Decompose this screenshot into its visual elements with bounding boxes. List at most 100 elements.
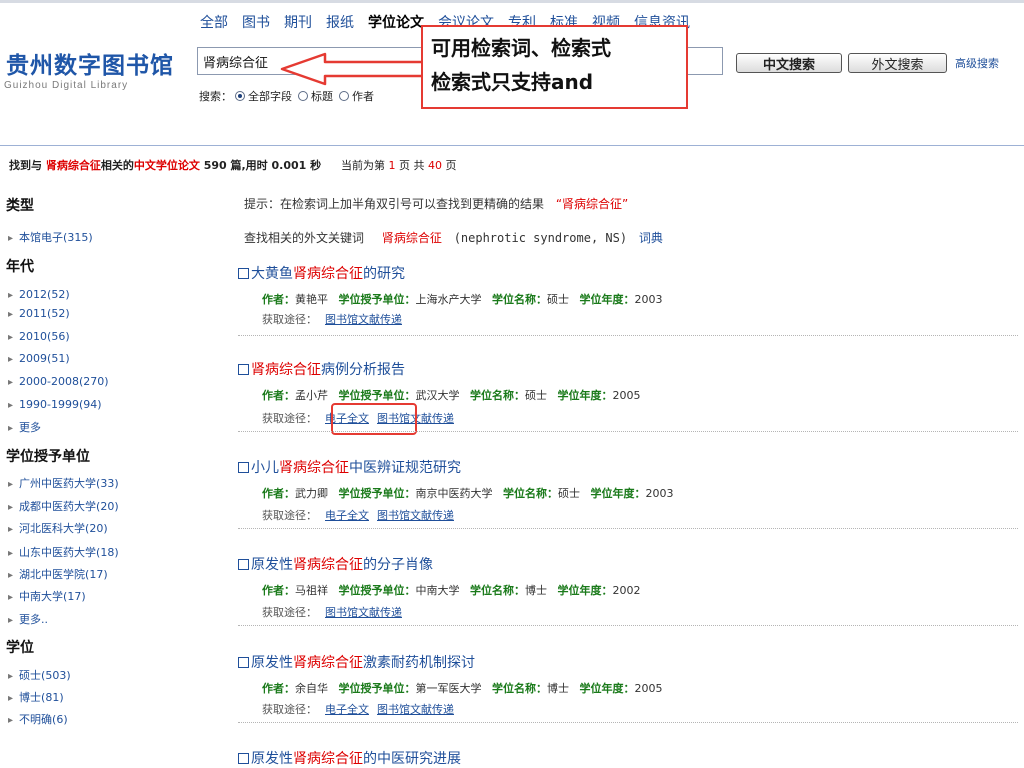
- access-label: 获取途径：: [262, 412, 317, 425]
- result-title[interactable]: 原发性肾病综合征激素耐药机制探讨: [238, 652, 475, 672]
- facet-year-item[interactable]: 2012(52): [8, 288, 70, 301]
- author-value: 黄艳平: [295, 293, 328, 306]
- dictionary-link[interactable]: 词典: [639, 231, 663, 245]
- page-post: 页: [445, 159, 457, 172]
- ext-kw-translation: (nephrotic syndrome, NS): [453, 231, 628, 245]
- title-pre: 小儿: [251, 460, 279, 476]
- tip-quoted-link[interactable]: “肾病综合征”: [556, 197, 628, 211]
- summary-count: 590 篇,用时 0.001 秒: [203, 159, 322, 172]
- ext-kw-term[interactable]: 肾病综合征: [382, 231, 442, 245]
- nav-theses[interactable]: 学位论文: [368, 12, 424, 32]
- foreign-search-button[interactable]: 外文搜索: [848, 53, 947, 73]
- summary-type: 中文学位论文: [133, 159, 200, 172]
- facet-year-heading: 年代: [6, 259, 34, 275]
- title-pre: 原发性: [251, 557, 293, 573]
- title-highlight: 肾病综合征: [293, 266, 363, 282]
- current-page: 1: [388, 159, 396, 172]
- result-title[interactable]: 原发性肾病综合征的中医研究进展: [238, 748, 461, 768]
- result-title[interactable]: 小儿肾病综合征中医辨证规范研究: [238, 457, 461, 477]
- nav-journals[interactable]: 期刊: [284, 12, 312, 32]
- facet-year-item[interactable]: 2010(56): [8, 330, 70, 343]
- facet-degree-item[interactable]: 博士(81): [8, 689, 64, 705]
- result-access: 获取途径： 图书馆文献传递: [262, 604, 402, 620]
- result-checkbox[interactable]: [238, 753, 249, 764]
- result-title[interactable]: 大黄鱼肾病综合征的研究: [238, 263, 405, 283]
- year-label: 学位年度：: [557, 389, 613, 402]
- header-separator: [0, 145, 1024, 146]
- unit-label: 学位授予单位：: [338, 584, 416, 597]
- chinese-search-button[interactable]: 中文搜索: [736, 53, 842, 73]
- title-post: 的研究: [363, 266, 405, 282]
- scope-all-radio[interactable]: [235, 91, 245, 101]
- title-post: 病例分析报告: [321, 362, 405, 378]
- delivery-link[interactable]: 图书馆文献传递: [377, 703, 454, 716]
- degree-label: 学位名称：: [492, 293, 547, 306]
- delivery-link[interactable]: 图书馆文献传递: [325, 606, 402, 619]
- tip-text: 提示：在检索词上加半角双引号可以查找到更精确的结果: [244, 197, 545, 211]
- scope-title-radio[interactable]: [298, 91, 308, 101]
- author-value: 余自华: [295, 682, 328, 695]
- nav-books[interactable]: 图书: [242, 12, 270, 32]
- facet-unit-item[interactable]: 山东中医药大学(18): [8, 544, 119, 560]
- facet-degree-item[interactable]: 不明确(6): [8, 711, 68, 727]
- page-mid: 页 共: [398, 159, 425, 172]
- degree-label: 学位名称：: [470, 389, 525, 402]
- ext-kw-label: 查找相关的外文关键词: [244, 231, 365, 245]
- result-checkbox[interactable]: [238, 364, 249, 375]
- result-checkbox[interactable]: [238, 268, 249, 279]
- facet-type-item[interactable]: 本馆电子(315): [8, 229, 93, 245]
- nav-all[interactable]: 全部: [200, 12, 228, 32]
- year-label: 学位年度：: [579, 293, 635, 306]
- advanced-search-link[interactable]: 高级搜索: [955, 55, 999, 71]
- result-title[interactable]: 肾病综合征病例分析报告: [238, 359, 405, 379]
- scope-label: 搜索：: [199, 90, 232, 103]
- result-checkbox[interactable]: [238, 462, 249, 473]
- result-summary: 找到与 肾病综合征相关的中文学位论文 590 篇,用时 0.001 秒 当前为第…: [9, 157, 456, 173]
- result-checkbox[interactable]: [238, 657, 249, 668]
- unit-value: 上海水产大学: [415, 293, 482, 306]
- year-label: 学位年度：: [579, 682, 635, 695]
- scope-title-label: 标题: [311, 90, 333, 103]
- result-access: 获取途径： 图书馆文献传递: [262, 311, 402, 327]
- unit-label: 学位授予单位：: [338, 389, 416, 402]
- facet-unit-item[interactable]: 湖北中医学院(17): [8, 566, 108, 582]
- facet-unit-heading: 学位授予单位: [6, 449, 90, 465]
- callout-line-2: 检索式只支持and: [431, 70, 594, 94]
- result-checkbox[interactable]: [238, 559, 249, 570]
- facet-unit-item[interactable]: 中南大学(17): [8, 588, 86, 604]
- facet-type-heading: 类型: [6, 198, 34, 214]
- facet-unit-item[interactable]: 成都中医药大学(20): [8, 498, 119, 514]
- facet-unit-item[interactable]: 河北医科大学(20): [8, 520, 108, 536]
- result-meta: 作者：马祖祥 学位授予单位：中南大学 学位名称：博士 学位年度：2002: [262, 582, 641, 598]
- facet-year-item[interactable]: 2009(51): [8, 352, 70, 365]
- delivery-link[interactable]: 图书馆文献传递: [325, 313, 402, 326]
- total-pages: 40: [427, 159, 442, 172]
- degree-value: 硕士: [525, 389, 547, 402]
- result-title[interactable]: 原发性肾病综合征的分子肖像: [238, 554, 433, 574]
- degree-label: 学位名称：: [470, 584, 525, 597]
- result-divider: [238, 528, 1018, 529]
- facet-unit-item[interactable]: 广州中医药大学(33): [8, 475, 119, 491]
- result-divider: [238, 722, 1018, 723]
- fulltext-link[interactable]: 电子全文: [325, 509, 369, 522]
- year-value: 2002: [612, 584, 641, 597]
- facet-year-item[interactable]: 1990-1999(94): [8, 398, 102, 411]
- facet-year-more[interactable]: 更多: [8, 419, 41, 435]
- page-pre: 当前为第: [340, 159, 385, 172]
- logo-title[interactable]: 贵州数字图书馆: [6, 46, 174, 80]
- author-value: 孟小芹: [295, 389, 328, 402]
- facet-year-item[interactable]: 2011(52): [8, 307, 70, 320]
- nav-newspapers[interactable]: 报纸: [326, 12, 354, 32]
- facet-degree-item[interactable]: 硕士(503): [8, 667, 71, 683]
- title-highlight: 肾病综合征: [279, 460, 349, 476]
- year-value: 2003: [645, 487, 674, 500]
- facet-unit-more[interactable]: 更多..: [8, 611, 48, 627]
- facet-year-item[interactable]: 2000-2008(270): [8, 375, 109, 388]
- delivery-link[interactable]: 图书馆文献传递: [377, 509, 454, 522]
- unit-label: 学位授予单位：: [338, 293, 416, 306]
- title-post: 的分子肖像: [363, 557, 433, 573]
- fulltext-link[interactable]: 电子全文: [325, 703, 369, 716]
- access-label: 获取途径：: [262, 313, 317, 326]
- result-access: 获取途径： 电子全文 图书馆文献传递: [262, 701, 454, 717]
- scope-author-radio[interactable]: [339, 91, 349, 101]
